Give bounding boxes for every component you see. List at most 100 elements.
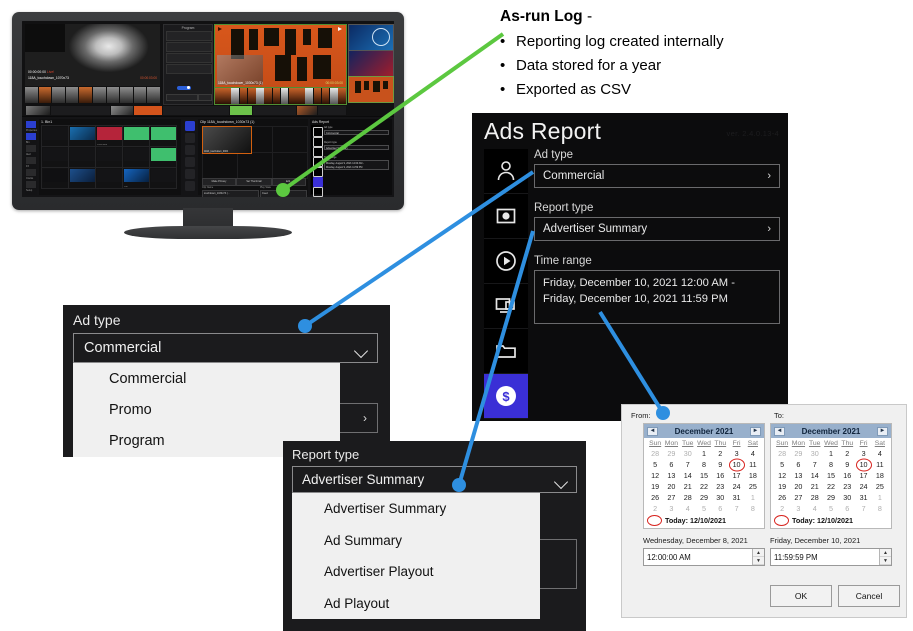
calendar-day[interactable]: 23 (839, 481, 855, 492)
calendar-day[interactable]: 5 (774, 459, 790, 470)
calendar-day[interactable]: 19 (647, 481, 663, 492)
next-month-button[interactable]: ► (877, 426, 888, 436)
calendar-day[interactable]: 7 (807, 459, 823, 470)
next-month-button[interactable]: ► (750, 426, 761, 436)
calendar-day[interactable]: 29 (663, 448, 679, 459)
calendar-day[interactable]: 4 (680, 503, 696, 514)
calendar-day[interactable]: 30 (839, 492, 855, 503)
calendar-day[interactable]: 4 (807, 503, 823, 514)
calendar-day[interactable]: 22 (696, 481, 712, 492)
calendar-day[interactable]: 6 (663, 459, 679, 470)
calendar-day[interactable]: 5 (647, 459, 663, 470)
calendar-day[interactable]: 28 (647, 448, 663, 459)
calendar-day[interactable]: 4 (872, 448, 888, 459)
calendar-day[interactable]: 7 (680, 459, 696, 470)
calendar-day[interactable]: 25 (745, 481, 761, 492)
calendar-day[interactable]: 16 (712, 470, 728, 481)
report-type-option[interactable]: Ad Playout (292, 588, 540, 620)
calendar-day[interactable]: 11 (872, 459, 888, 470)
calendar-day[interactable]: 26 (774, 492, 790, 503)
stepper-arrows[interactable]: ▲ ▼ (879, 549, 891, 565)
calendar-day[interactable]: 21 (680, 481, 696, 492)
from-time-stepper[interactable]: 12:00:00 AM ▲ ▼ (643, 548, 765, 566)
ad-type-option[interactable]: Commercial (73, 363, 340, 394)
calendar-day[interactable]: 22 (823, 481, 839, 492)
calendar-day[interactable]: 18 (745, 470, 761, 481)
calendar-day[interactable]: 23 (712, 481, 728, 492)
calendar-day[interactable]: 4 (745, 448, 761, 459)
calendar-day[interactable]: 2 (647, 503, 663, 514)
calendar-day[interactable]: 9 (712, 459, 728, 470)
report-type-field[interactable]: Advertiser Summary › (534, 217, 780, 241)
calendar-day[interactable]: 13 (663, 470, 679, 481)
calendar-day[interactable]: 12 (774, 470, 790, 481)
calendar-day[interactable]: 5 (696, 503, 712, 514)
prev-month-button[interactable]: ◄ (774, 426, 785, 436)
ad-type-field[interactable]: Commercial › (534, 164, 780, 188)
report-type-combobox[interactable]: Advertiser Summary (292, 466, 577, 493)
cancel-button[interactable]: Cancel (838, 585, 900, 607)
calendar-today-footer[interactable]: Today: 12/10/2021 (644, 514, 764, 528)
calendar-day[interactable]: 20 (790, 481, 806, 492)
calendar-day[interactable]: 18 (872, 470, 888, 481)
calendar-day[interactable]: 5 (823, 503, 839, 514)
calendar-day[interactable]: 6 (712, 503, 728, 514)
sidebar-item-monitor[interactable] (484, 284, 528, 329)
calendar-day[interactable]: 19 (774, 481, 790, 492)
calendar-day[interactable]: 7 (855, 503, 871, 514)
calendar-day[interactable]: 2 (712, 448, 728, 459)
calendar-day[interactable]: 16 (839, 470, 855, 481)
calendar-day[interactable]: 24 (855, 481, 871, 492)
calendar-day[interactable]: 13 (790, 470, 806, 481)
calendar-day[interactable]: 7 (728, 503, 744, 514)
time-range-field[interactable]: Friday, December 10, 2021 12:00 AM - Fri… (534, 270, 780, 324)
calendar-day[interactable]: 3 (790, 503, 806, 514)
calendar-day[interactable]: 2 (839, 448, 855, 459)
calendar-day[interactable]: 11 (745, 459, 761, 470)
ok-button[interactable]: OK (770, 585, 832, 607)
calendar-day[interactable]: 2 (774, 503, 790, 514)
calendar-day[interactable]: 8 (872, 503, 888, 514)
calendar-day[interactable]: 9 (839, 459, 855, 470)
sidebar-item-play[interactable] (484, 239, 528, 284)
calendar-day[interactable]: 27 (663, 492, 679, 503)
sidebar-item-folder[interactable] (484, 329, 528, 374)
calendar-day[interactable]: 28 (807, 492, 823, 503)
calendar-day[interactable]: 25 (872, 481, 888, 492)
calendar-day[interactable]: 27 (790, 492, 806, 503)
prev-month-button[interactable]: ◄ (647, 426, 658, 436)
calendar-day[interactable]: 14 (680, 470, 696, 481)
calendar-day[interactable]: 30 (807, 448, 823, 459)
calendar-day[interactable]: 31 (728, 492, 744, 503)
calendar-day[interactable]: 15 (823, 470, 839, 481)
ad-type-combobox[interactable]: Commercial (73, 333, 378, 363)
calendar-day[interactable]: 20 (663, 481, 679, 492)
calendar-day[interactable]: 6 (839, 503, 855, 514)
calendar-day[interactable]: 21 (807, 481, 823, 492)
calendar-day[interactable]: 28 (680, 492, 696, 503)
to-time-stepper[interactable]: 11:59:59 PM ▲ ▼ (770, 548, 892, 566)
calendar-day[interactable]: 6 (790, 459, 806, 470)
calendar-day[interactable]: 8 (823, 459, 839, 470)
calendar-day[interactable]: 1 (823, 448, 839, 459)
calendar-day[interactable]: 29 (696, 492, 712, 503)
calendar-day[interactable]: 1 (745, 492, 761, 503)
ad-type-option[interactable]: Promo (73, 394, 340, 425)
calendar-day[interactable]: 12 (647, 470, 663, 481)
calendar-day[interactable]: 15 (696, 470, 712, 481)
calendar-day[interactable]: 24 (728, 481, 744, 492)
from-calendar[interactable]: ◄ December 2021 ► Sun Mon Tue Wed Thu Fri Sat … (643, 423, 765, 529)
calendar-day[interactable]: 17 (728, 470, 744, 481)
calendar-day[interactable]: 30 (680, 448, 696, 459)
calendar-day[interactable]: 10 (855, 459, 871, 470)
calendar-day[interactable]: 1 (696, 448, 712, 459)
calendar-day[interactable]: 10 (728, 459, 744, 470)
calendar-day[interactable]: 31 (855, 492, 871, 503)
report-type-option[interactable]: Advertiser Playout (292, 556, 540, 588)
calendar-day[interactable]: 29 (823, 492, 839, 503)
calendar-day[interactable]: 3 (663, 503, 679, 514)
calendar-day[interactable]: 29 (790, 448, 806, 459)
report-type-option[interactable]: Ad Summary (292, 525, 540, 557)
calendar-day[interactable]: 8 (696, 459, 712, 470)
calendar-day[interactable]: 1 (872, 492, 888, 503)
